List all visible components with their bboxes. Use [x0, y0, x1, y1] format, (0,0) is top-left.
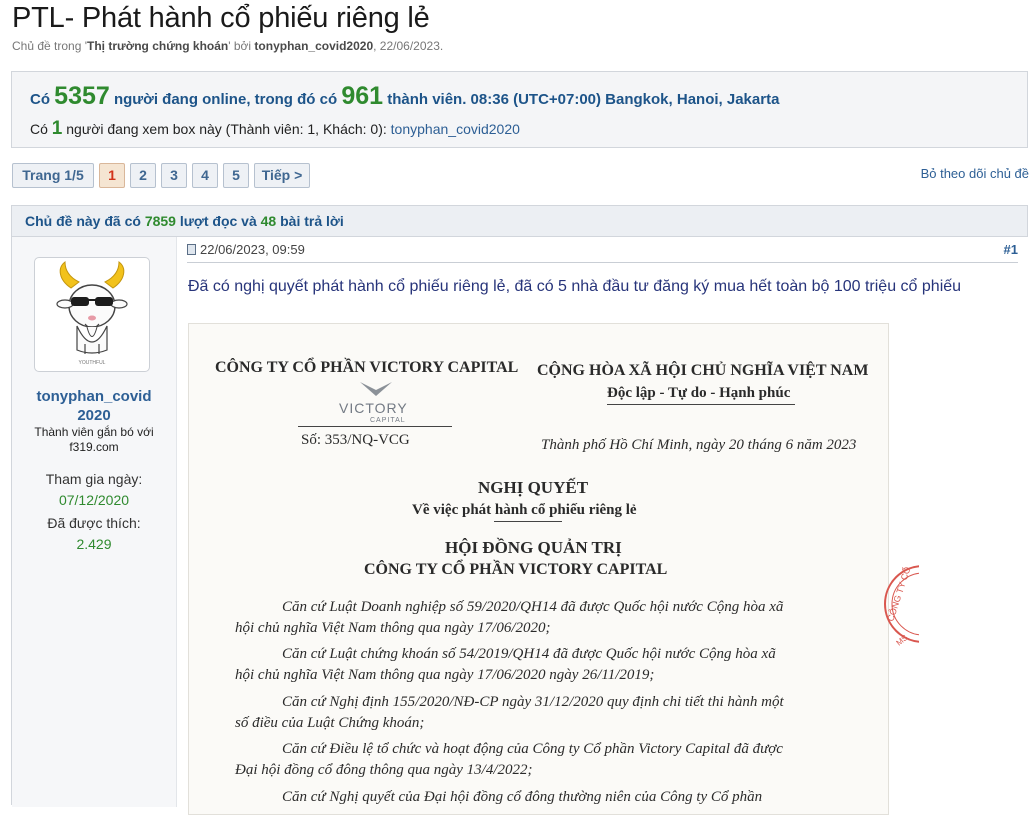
thread-stats-text: Chủ đề này đã có 7859 lượt đọc và 48 bài…: [25, 213, 344, 229]
post-container: Chủ đề này đã có 7859 lượt đọc và 48 bài…: [11, 205, 1028, 815]
page-button-3[interactable]: 3: [161, 163, 187, 188]
rank-line: f319.com: [69, 440, 119, 454]
stats-text: Chủ đề này đã có: [25, 213, 145, 229]
likes-value: 2.429: [76, 536, 112, 552]
goat-avatar-icon: YOUTHFUL: [56, 260, 128, 366]
forum-link[interactable]: Thị trường chứng khoán: [87, 39, 228, 53]
doc-line: Căn cứ Nghị quyết của Đại hội đồng cổ đô…: [282, 789, 763, 805]
post-message: Đã có nghị quyết phát hành cổ phiếu riên…: [188, 278, 962, 295]
meta-prefix: Chủ đề trong ': [12, 39, 88, 53]
doc-rule: [298, 426, 452, 427]
online-text: người đang online, trong đó có: [109, 91, 342, 108]
meta-date: , 22/06/2023.: [373, 39, 444, 53]
online-summary: Có 5357 người đang online, trong đó có 9…: [30, 82, 779, 111]
doc-motto: Độc lập - Tự do - Hạnh phúc: [607, 385, 791, 401]
thread-author-link[interactable]: tonyphan_covid2020: [254, 39, 373, 53]
reply-count: 48: [260, 213, 277, 229]
avatar-caption: YOUTHFUL: [79, 360, 106, 366]
doc-logo-name: VICTORY: [339, 400, 408, 416]
doc-line: Căn cứ Điều lệ tổ chức và hoạt động của …: [282, 741, 783, 757]
page-button-2[interactable]: 2: [130, 163, 156, 188]
doc-line: Căn cứ Luật chứng khoán số 54/2019/QH14 …: [282, 646, 776, 662]
viewers-text: người đang xem box này (Thành viên: 1, K…: [62, 121, 391, 137]
document-image[interactable]: CÔNG TY CỔ PHẦN VICTORY CAPITAL VICTORY …: [188, 323, 889, 815]
join-date-label: Tham gia ngày:: [45, 471, 143, 487]
doc-line: số điều của Luật Chứng khoán;: [235, 715, 425, 731]
page-button-5[interactable]: 5: [223, 163, 249, 188]
doc-nation: CỘNG HÒA XÃ HỘI CHỦ NGHĨA VIỆT NAM: [537, 362, 869, 379]
avatar[interactable]: YOUTHFUL: [34, 257, 150, 372]
doc-line: Đại hội đồng cổ đông thông qua ngày 13/4…: [235, 762, 533, 778]
red-stamp-icon: CÔNG TY CỔ MS: [884, 565, 919, 648]
thread-meta: Chủ đề trong 'Thị trường chứng khoán' bở…: [12, 39, 443, 53]
post-date: 22/06/2023, 09:59: [187, 242, 305, 257]
view-count: 7859: [144, 213, 176, 229]
post-datetime: 22/06/2023, 09:59: [200, 242, 305, 257]
victory-logo-icon: [360, 382, 392, 396]
likes-label: Đã được thích:: [47, 515, 141, 531]
viewer-username-link[interactable]: tonyphan_covid2020: [391, 121, 520, 137]
page-title: PTL- Phát hành cổ phiếu riêng lẻ: [12, 2, 430, 34]
doc-logo-sub: CAPITAL: [370, 417, 406, 424]
page-button-4[interactable]: 4: [192, 163, 218, 188]
unwatch-thread-link[interactable]: Bỏ theo dõi chủ đề: [921, 166, 1029, 181]
doc-board: HỘI ĐỒNG QUẢN TRỊ: [445, 538, 622, 557]
post-permalink[interactable]: #1: [1004, 242, 1018, 257]
page-indicator: Trang 1/5: [12, 163, 94, 188]
viewer-count: 1: [51, 118, 63, 139]
doc-board-company: CÔNG TY CỔ PHẦN VICTORY CAPITAL: [364, 561, 668, 578]
doc-company: CÔNG TY CỔ PHẦN VICTORY CAPITAL: [215, 359, 519, 376]
online-member-count: 961: [341, 82, 384, 110]
doc-subheading: Về việc phát hành cổ phiếu riêng lẻ: [412, 502, 637, 518]
doc-place-date: Thành phố Hồ Chí Minh, ngày 20 tháng 6 n…: [541, 437, 857, 453]
doc-heading: NGHỊ QUYẾT: [478, 478, 589, 497]
online-text: Có: [30, 91, 55, 108]
doc-number: Số: 353/NQ-VCG: [301, 432, 410, 448]
doc-rule: [494, 521, 562, 522]
doc-line: Căn cứ Nghị định 155/2020/NĐ-CP ngày 31/…: [282, 694, 784, 710]
meta-by: ' bởi: [228, 39, 255, 53]
post-content: 22/06/2023, 09:59 #1 Đã có nghị quyết ph…: [176, 237, 1028, 815]
post-divider: [187, 262, 1018, 263]
doc-line: hội chủ nghĩa Việt Nam thông qua ngày 17…: [235, 620, 551, 636]
doc-rule: [607, 404, 795, 405]
next-page-button[interactable]: Tiếp >: [254, 163, 310, 188]
page-button-1[interactable]: 1: [99, 163, 125, 188]
doc-line: Căn cứ Luật Doanh nghiệp số 59/2020/QH14…: [282, 599, 784, 615]
stats-text: lượt đọc và: [175, 213, 261, 229]
post-icon: [187, 244, 196, 255]
doc-line: hội chủ nghĩa Việt Nam thông qua ngày 17…: [235, 667, 655, 683]
join-date-value: 07/12/2020: [58, 492, 130, 508]
author-name-line: 2020: [77, 407, 111, 424]
post-author-name[interactable]: tonyphan_covid 2020: [12, 387, 176, 425]
stats-text: bài trả lời: [276, 213, 344, 229]
online-text: thành viên. 08:36 (UTC+07:00) Bangkok, H…: [383, 91, 780, 108]
author-name-line: tonyphan_covid: [36, 388, 152, 405]
online-total-count: 5357: [54, 82, 110, 110]
pagination: Trang 1/5 1 2 3 4 5 Tiếp >: [12, 163, 310, 188]
rank-line: Thành viên gắn bó với: [34, 425, 154, 439]
post-author-sidebar: YOUTHFUL tonyphan_covid 2020 Thành viên g…: [12, 237, 176, 807]
viewers-summary: Có 1 người đang xem box này (Thành viên:…: [30, 118, 520, 140]
stamp-sub: MS: [895, 633, 910, 648]
viewers-text: Có: [30, 121, 52, 137]
user-rank: Thành viên gắn bó với f319.com: [12, 425, 176, 455]
online-stats-box: Có 5357 người đang online, trong đó có 9…: [11, 71, 1028, 148]
